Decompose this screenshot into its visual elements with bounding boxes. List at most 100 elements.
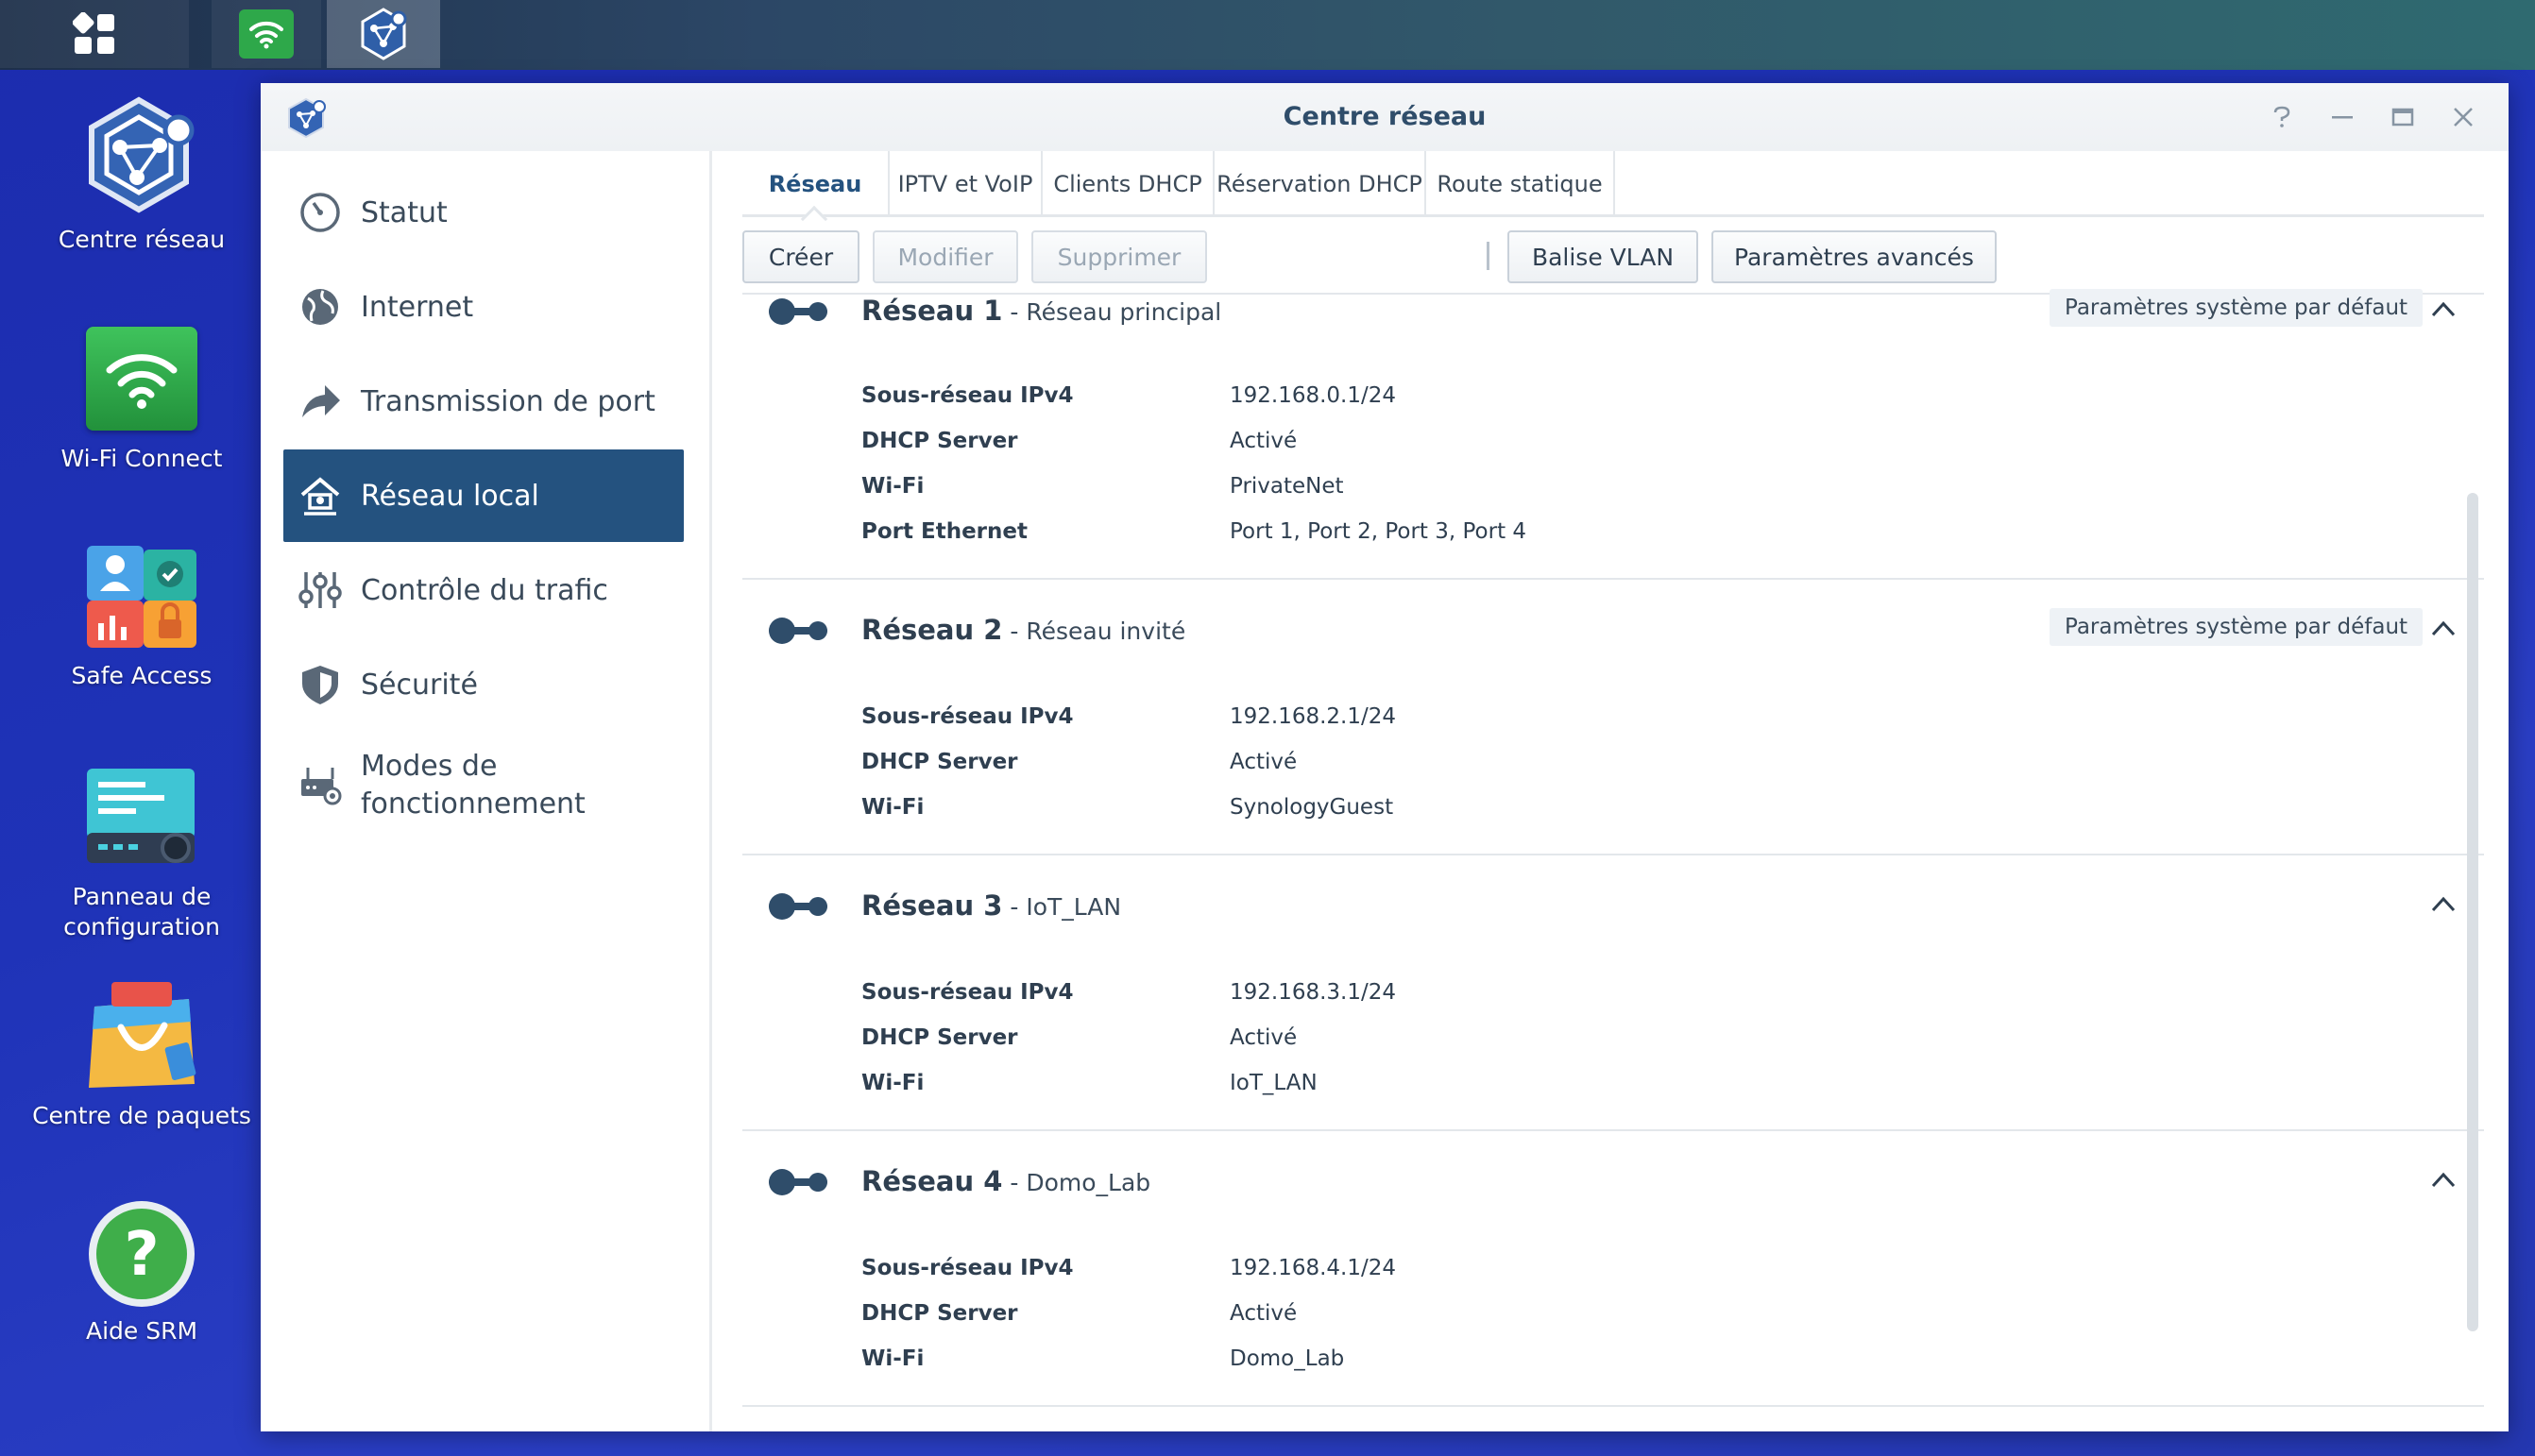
desktop-icon-control-panel[interactable]: Panneau de configuration [28, 763, 255, 942]
network-card: Réseau 2 - Réseau invité Paramètres syst… [742, 580, 2484, 855]
create-button[interactable]: Créer [742, 230, 859, 283]
taskbar [0, 0, 2535, 70]
sidebar-item-label: Réseau local [361, 479, 539, 513]
default-settings-badge: Paramètres système par défaut [2050, 608, 2424, 646]
network-card: Réseau 1 - Réseau principal Paramètres s… [742, 289, 2484, 580]
info-row: DHCP Server Activé [861, 1025, 1298, 1050]
network-center-window: Centre réseau Statut Internet Transmissi… [261, 83, 2509, 1431]
minimize-button[interactable] [2325, 100, 2359, 134]
toggle-switch-icon[interactable] [765, 1165, 831, 1199]
sidebar-item-label: Modes de fonctionnement [361, 750, 586, 821]
network-list: Réseau 1 - Réseau principal Paramètres s… [742, 289, 2484, 1431]
desktop-icon-label: Wi-Fi Connect [60, 445, 223, 472]
sidebar-item-label: Transmission de port [361, 384, 655, 418]
info-row: Sous-réseau IPv4 192.168.0.1/24 [861, 383, 1397, 408]
safe-access-icon [87, 546, 196, 648]
help-icon [2273, 106, 2290, 127]
main-menu-button[interactable] [0, 0, 189, 68]
info-row: DHCP Server Activé [861, 1301, 1298, 1326]
vlan-tag-button[interactable]: Balise VLAN [1507, 230, 1698, 283]
sidebar-item-internet[interactable]: Internet [283, 261, 684, 353]
delete-button[interactable]: Supprimer [1031, 230, 1207, 283]
minimize-icon [2332, 116, 2353, 119]
info-row: DHCP Server Activé [861, 750, 1298, 774]
close-button[interactable] [2446, 100, 2480, 134]
network-title: Réseau 4 - Domo_Lab [861, 1165, 1151, 1197]
traffic-sliders-icon [297, 567, 344, 614]
taskbar-wifi-connect[interactable] [212, 0, 321, 68]
tab-static-route[interactable]: Route statique [1426, 151, 1615, 217]
active-tab-caret [800, 205, 828, 233]
tab-iptv-voip[interactable]: IPTV et VoIP [890, 151, 1043, 217]
info-row: Sous-réseau IPv4 192.168.2.1/24 [861, 704, 1397, 729]
toggle-switch-icon[interactable] [765, 614, 831, 648]
window-title: Centre réseau [1283, 102, 1487, 131]
chevron-up-icon[interactable] [2429, 1169, 2458, 1192]
window-titlebar[interactable]: Centre réseau [261, 83, 2509, 151]
info-row: Wi-Fi SynologyGuest [861, 795, 1394, 820]
shield-icon [297, 661, 344, 708]
sidebar-item-port-forwarding[interactable]: Transmission de port [283, 355, 684, 448]
network-title: Réseau 3 - IoT_LAN [861, 889, 1122, 922]
toggle-switch-icon[interactable] [765, 889, 831, 923]
sidebar-item-security[interactable]: Sécurité [283, 638, 684, 731]
toggle-switch-icon[interactable] [765, 295, 831, 329]
default-settings-badge: Paramètres système par défaut [2050, 289, 2424, 327]
router-mode-icon [297, 762, 344, 809]
desktop-icon-label: Panneau de configuration [63, 883, 220, 940]
desktop-icon-safe-access[interactable]: Safe Access [28, 544, 255, 691]
maximize-icon [2391, 108, 2414, 127]
advanced-settings-button[interactable]: Paramètres avancés [1711, 230, 1997, 283]
sidebar-item-local-network[interactable]: Réseau local [283, 449, 684, 542]
info-row: DHCP Server Activé [861, 429, 1298, 453]
modify-button[interactable]: Modifier [873, 230, 1018, 283]
sidebar-item-label: Sécurité [361, 668, 478, 702]
svg-text:?: ? [124, 1220, 159, 1290]
chevron-up-icon[interactable] [2429, 893, 2458, 916]
control-panel-icon [87, 769, 195, 863]
network-card: Réseau 4 - Domo_Lab Sous-réseau IPv4 192.… [742, 1131, 2484, 1407]
network-card: Réseau 3 - IoT_LAN Sous-réseau IPv4 192.1… [742, 855, 2484, 1131]
chevron-up-icon[interactable] [2429, 298, 2458, 321]
sidebar-item-traffic-control[interactable]: Contrôle du trafic [283, 544, 684, 636]
globe-icon [297, 283, 344, 330]
tab-dhcp-reservation[interactable]: Réservation DHCP [1215, 151, 1426, 217]
taskbar-network-center[interactable] [327, 0, 440, 68]
desktop-icon-label: Safe Access [71, 662, 213, 689]
help-icon: ? [89, 1201, 195, 1307]
network-title: Réseau 1 - Réseau principal [861, 295, 1222, 327]
sidebar-item-status[interactable]: Statut [283, 166, 684, 259]
sidebar-item-operation-modes[interactable]: Modes de fonctionnement [283, 736, 684, 835]
sidebar-item-label: Contrôle du trafic [361, 573, 608, 607]
help-button[interactable] [2265, 100, 2299, 134]
network-center-icon [361, 8, 407, 60]
toolbar-separator [1487, 242, 1489, 270]
info-row: Wi-Fi Domo_Lab [861, 1346, 1345, 1371]
info-row: Sous-réseau IPv4 192.168.4.1/24 [861, 1256, 1397, 1280]
info-row: Sous-réseau IPv4 192.168.3.1/24 [861, 980, 1397, 1005]
desktop-icon-help[interactable]: ? Aide SRM [28, 1197, 255, 1346]
info-row: Wi-Fi PrivateNet [861, 474, 1344, 499]
desktop-icon-label: Centre réseau [58, 226, 226, 253]
maximize-button[interactable] [2386, 100, 2420, 134]
tab-network[interactable]: Réseau [742, 151, 890, 233]
main-content: Réseau IPTV et VoIP Clients DHCP Réserva… [742, 151, 2484, 1431]
desktop-icon-package-center[interactable]: Centre de paquets [28, 978, 255, 1131]
desktop-icon-wifi-connect[interactable]: Wi-Fi Connect [28, 327, 255, 474]
tab-bar: Réseau IPTV et VoIP Clients DHCP Réserva… [742, 151, 2484, 233]
desktop-icon-network-center[interactable]: Centre réseau [28, 94, 255, 255]
sidebar: Statut Internet Transmission de port Rés… [261, 151, 712, 1431]
wifi-connect-icon [239, 9, 294, 59]
package-center-icon [89, 982, 196, 1088]
chevron-up-icon[interactable] [2429, 618, 2458, 640]
wifi-connect-icon [86, 327, 197, 431]
status-gauge-icon [297, 189, 344, 236]
home-network-icon [297, 472, 344, 519]
info-row: Wi-Fi IoT_LAN [861, 1071, 1318, 1095]
main-menu-grid-icon [73, 12, 114, 54]
tab-dhcp-clients[interactable]: Clients DHCP [1043, 151, 1215, 217]
desktop-icon-label: Centre de paquets [32, 1102, 251, 1129]
network-center-icon [89, 96, 195, 213]
scrollbar[interactable] [2467, 493, 2478, 1331]
port-forward-arrow-icon [297, 378, 344, 425]
